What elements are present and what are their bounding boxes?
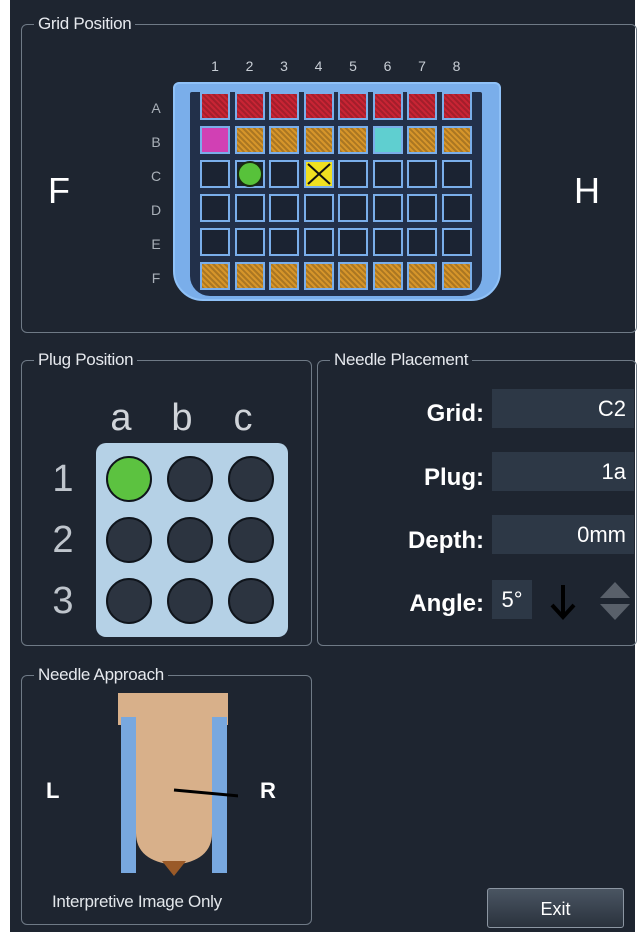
grid-cell-F4[interactable] — [303, 262, 334, 290]
plug-row-label-2: 2 — [52, 519, 74, 561]
grid-position-title: Grid Position — [34, 13, 136, 35]
plug-row-label-1: 1 — [52, 458, 74, 500]
grid-cell-D4[interactable] — [303, 194, 334, 222]
plug-hole-2a[interactable] — [106, 517, 152, 563]
grid-cell-E6[interactable] — [372, 228, 403, 256]
grid-cell-F5[interactable] — [338, 262, 368, 290]
grid-cell-D8[interactable] — [441, 194, 472, 222]
plug-column-label-c: c — [233, 397, 253, 439]
grid-left-side-label: F — [48, 170, 70, 211]
grid-right-side-label: H — [574, 170, 600, 211]
plug-position-title: Plug Position — [34, 349, 138, 371]
plug-row-label-3: 3 — [52, 580, 74, 622]
up-down-stepper-icon[interactable] — [598, 580, 632, 624]
grid-cell-E3[interactable] — [269, 228, 299, 256]
plug-hole-3a[interactable] — [106, 578, 152, 624]
needle-approach-left-label: L — [46, 778, 60, 803]
grid-cell-A3[interactable] — [269, 92, 299, 120]
grid-cell-A1[interactable] — [200, 92, 230, 120]
grid-cell-A7[interactable] — [407, 92, 437, 120]
grid-cell-A4[interactable] — [303, 92, 334, 120]
depth-value-field[interactable]: 0mm — [492, 515, 634, 554]
grid-cell-F6[interactable] — [372, 262, 403, 290]
interpretive-image-caption: Interpretive Image Only — [52, 892, 222, 911]
grid-cell-C8[interactable] — [441, 160, 472, 188]
grid-column-label-3: 3 — [280, 58, 288, 74]
grid-column-label-4: 4 — [314, 58, 323, 74]
grid-field-label: Grid: — [426, 400, 484, 427]
grid-column-label-5: 5 — [349, 58, 357, 74]
grid-column-label-1: 1 — [211, 58, 219, 74]
plug-hole-1c[interactable] — [228, 456, 274, 502]
needle-approach-title: Needle Approach — [34, 664, 168, 686]
grid-column-label-7: 7 — [418, 58, 426, 74]
plug-column-label-a: a — [110, 397, 132, 439]
needle-approach-diagram — [118, 693, 238, 876]
grid-cell-E7[interactable] — [407, 228, 437, 256]
plug-field-label: Plug: — [424, 464, 484, 491]
arrow-down-icon[interactable] — [548, 581, 578, 621]
grid-cell-B4[interactable] — [303, 126, 334, 154]
grid-cell-A5[interactable] — [338, 92, 368, 120]
depth-field-label: Depth: — [408, 527, 484, 554]
app-window: Grid Position F H Plug Position Needle P… — [10, 0, 637, 932]
grid-cell-D5[interactable] — [338, 194, 368, 222]
plug-hole-3c[interactable] — [228, 578, 274, 624]
grid-row-label-A: A — [151, 100, 161, 116]
grid-cell-E2[interactable] — [234, 228, 265, 256]
grid-row-label-B: B — [151, 134, 161, 150]
grid-cell-F3[interactable] — [269, 262, 299, 290]
grid-cell-F2[interactable] — [234, 262, 265, 290]
grid-cell-F8[interactable] — [441, 262, 472, 290]
grid-cell-E8[interactable] — [441, 228, 472, 256]
grid-cell-B1[interactable] — [200, 126, 230, 154]
grid-cell-A6[interactable] — [372, 92, 403, 120]
grid-cell-B6[interactable] — [372, 126, 403, 154]
grid-cell-B8[interactable] — [441, 126, 472, 154]
needle-placement-title: Needle Placement — [330, 349, 473, 371]
grid-row-label-F: F — [151, 270, 161, 286]
grid-row-label-D: D — [150, 202, 162, 218]
grid-cell-C7[interactable] — [407, 160, 437, 188]
plug-hole-2b[interactable] — [167, 517, 213, 563]
grid-cell-A2[interactable] — [234, 92, 265, 120]
grid-cell-C3[interactable] — [269, 160, 299, 188]
grid-cell-A8[interactable] — [441, 92, 472, 120]
grid-cell-F7[interactable] — [407, 262, 437, 290]
grid-cell-D1[interactable] — [200, 194, 230, 222]
grid-row-label-C: C — [150, 168, 162, 184]
grid-column-label-6: 6 — [383, 58, 392, 74]
x-mark-icon — [306, 163, 331, 185]
grid-cell-E4[interactable] — [303, 228, 334, 256]
grid-cell-F1[interactable] — [200, 262, 230, 290]
exit-button[interactable]: Exit — [487, 888, 624, 928]
plug-hole-1a[interactable] — [106, 456, 152, 502]
grid-cell-D7[interactable] — [407, 194, 437, 222]
plug-value-field[interactable]: 1a — [492, 452, 634, 491]
grid-cell-C1[interactable] — [200, 160, 230, 188]
plug-hole-3b[interactable] — [167, 578, 213, 624]
selected-grid-marker — [236, 161, 263, 187]
grid-cell-B7[interactable] — [407, 126, 437, 154]
grid-cell-E1[interactable] — [200, 228, 230, 256]
grid-cell-B5[interactable] — [338, 126, 368, 154]
grid-column-label-2: 2 — [245, 58, 254, 74]
plug-hole-1b[interactable] — [167, 456, 213, 502]
plug-column-label-b: b — [171, 397, 193, 439]
grid-cell-D6[interactable] — [372, 194, 403, 222]
needle-approach-right-label: R — [260, 778, 276, 803]
grid-row-label-E: E — [151, 236, 161, 252]
grid-cell-D3[interactable] — [269, 194, 299, 222]
grid-column-label-8: 8 — [452, 58, 461, 74]
grid-cell-C6[interactable] — [372, 160, 403, 188]
grid-cell-B3[interactable] — [269, 126, 299, 154]
angle-field-label: Angle: — [409, 590, 484, 617]
grid-cell-C5[interactable] — [338, 160, 368, 188]
grid-cell-B2[interactable] — [234, 126, 265, 154]
plug-hole-2c[interactable] — [228, 517, 274, 563]
grid-cell-D2[interactable] — [234, 194, 265, 222]
angle-value-field[interactable]: 5° — [492, 580, 532, 619]
grid-cell-E5[interactable] — [338, 228, 368, 256]
grid-value-field[interactable]: C2 — [492, 389, 634, 428]
